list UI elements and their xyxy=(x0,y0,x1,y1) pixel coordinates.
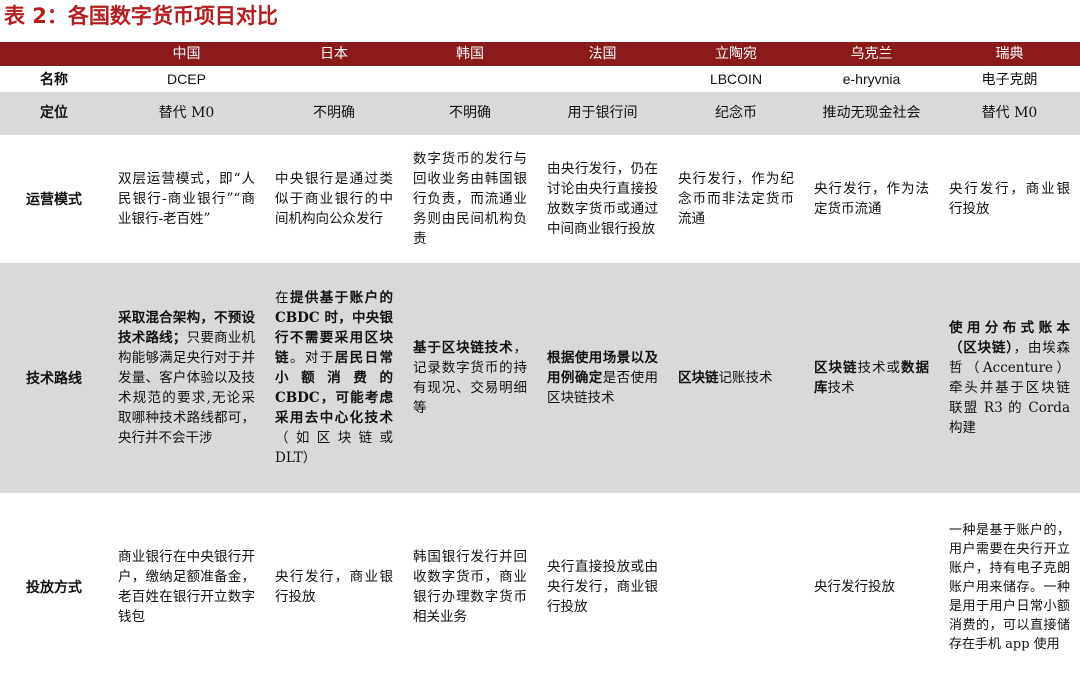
technology-korea-bold: 基于区块链技术 xyxy=(413,340,514,356)
header-japan: 日本 xyxy=(265,42,403,66)
position-ukraine: 推动无现金社会 xyxy=(804,92,939,135)
issuance-lithuania xyxy=(668,493,804,681)
header-france: 法国 xyxy=(537,42,668,66)
operation-china: 双层运营模式，即“人民银行-商业银行”“商业银行-老百姓” xyxy=(108,135,265,263)
operation-row: 运营模式 双层运营模式，即“人民银行-商业银行”“商业银行-老百姓” 中央银行是… xyxy=(0,135,1080,263)
row-label-operation: 运营模式 xyxy=(0,135,108,263)
header-korea: 韩国 xyxy=(403,42,537,66)
position-japan: 不明确 xyxy=(265,92,403,135)
header-china: 中国 xyxy=(108,42,265,66)
technology-japan-rest: （如区块链或 DLT） xyxy=(275,430,393,466)
comparison-table: 中国 日本 韩国 法国 立陶宛 乌克兰 瑞典 名称 DCEP LBCOIN e-… xyxy=(0,42,1080,681)
technology-lithuania-rest: 记账技术 xyxy=(718,370,773,386)
technology-china-rest: 只要商业机构能够满足央行对于并发量、客户体验以及技术规范的要求,无论采取哪种技术… xyxy=(118,330,256,446)
row-label-position: 定位 xyxy=(0,92,108,135)
header-sweden: 瑞典 xyxy=(939,42,1080,66)
row-label-name: 名称 xyxy=(0,66,108,92)
technology-ukraine-mid: 技术或 xyxy=(857,360,902,376)
name-lithuania: LBCOIN xyxy=(668,66,804,92)
operation-sweden: 央行发行，商业银行投放 xyxy=(939,135,1080,263)
technology-japan-mid: 。对于 xyxy=(289,350,335,366)
position-france: 用于银行间 xyxy=(537,92,668,135)
name-korea xyxy=(403,66,537,92)
name-ukraine: e-hryvnia xyxy=(804,66,939,92)
position-china: 替代 M0 xyxy=(108,92,265,135)
technology-row: 技术路线 采取混合架构，不预设技术路线；只要商业机构能够满足央行对于并发量、客户… xyxy=(0,263,1080,493)
row-label-issuance: 投放方式 xyxy=(0,493,108,681)
header-lithuania: 立陶宛 xyxy=(668,42,804,66)
position-sweden: 替代 M0 xyxy=(939,92,1080,135)
name-france xyxy=(537,66,668,92)
operation-japan: 中央银行是通过类似于商业银行的中间机构向公众发行 xyxy=(265,135,403,263)
operation-lithuania: 央行发行，作为纪念币而非法定货币流通 xyxy=(668,135,804,263)
issuance-korea: 韩国银行发行并回收数字货币，商业银行办理数字货币相关业务 xyxy=(403,493,537,681)
position-korea: 不明确 xyxy=(403,92,537,135)
technology-ukraine: 区块链技术或数据库技术 xyxy=(804,263,939,493)
technology-china: 采取混合架构，不预设技术路线；只要商业机构能够满足央行对于并发量、客户体验以及技… xyxy=(108,263,265,493)
technology-lithuania-bold: 区块链 xyxy=(678,370,719,386)
issuance-china: 商业银行在中央银行开户，缴纳足额准备金，老百姓在银行开立数字钱包 xyxy=(108,493,265,681)
issuance-sweden: 一种是基于账户的，用户需要在央行开立账户，持有电子克朗账户用来储存。一种是用于用… xyxy=(939,493,1080,681)
technology-ukraine-bold: 区块链 xyxy=(814,360,858,376)
technology-japan: 在提供基于账户的 CBDC 时，中央银行不需要采用区块链。对于居民日常小额消费的… xyxy=(265,263,403,493)
name-sweden: 电子克朗 xyxy=(939,66,1080,92)
issuance-row: 投放方式 商业银行在中央银行开户，缴纳足额准备金，老百姓在银行开立数字钱包 央行… xyxy=(0,493,1080,681)
row-label-technology: 技术路线 xyxy=(0,263,108,493)
header-corner xyxy=(0,42,108,66)
technology-france: 根据使用场景以及用例确定是否使用区块链技术 xyxy=(537,263,668,493)
name-japan xyxy=(265,66,403,92)
operation-korea: 数字货币的发行与回收业务由韩国银行负责，而流通业务则由民间机构负责 xyxy=(403,135,537,263)
operation-ukraine: 央行发行，作为法定货币流通 xyxy=(804,135,939,263)
technology-ukraine-rest: 技术 xyxy=(827,380,855,396)
position-row: 定位 替代 M0 不明确 不明确 用于银行间 纪念币 推动无现金社会 替代 M0 xyxy=(0,92,1080,135)
issuance-japan: 央行发行，商业银行投放 xyxy=(265,493,403,681)
header-ukraine: 乌克兰 xyxy=(804,42,939,66)
technology-japan-pre: 在 xyxy=(275,290,290,306)
operation-france: 由央行发行，仍在讨论由央行直接投放数字货币或通过中间商业银行投放 xyxy=(537,135,668,263)
technology-korea: 基于区块链技术，记录数字货币的持有现况、交易明细等 xyxy=(403,263,537,493)
technology-sweden: 使用分布式账本（区块链），由埃森哲（Accenture）牵头并基于区块链联盟 R… xyxy=(939,263,1080,493)
table-title: 表 2：各国数字货币项目对比 xyxy=(4,4,278,28)
issuance-ukraine: 央行发行投放 xyxy=(804,493,939,681)
technology-lithuania: 区块链记账技术 xyxy=(668,263,804,493)
header-row: 中国 日本 韩国 法国 立陶宛 乌克兰 瑞典 xyxy=(0,42,1080,66)
name-china: DCEP xyxy=(108,66,265,92)
position-lithuania: 纪念币 xyxy=(668,92,804,135)
issuance-france: 央行直接投放或由央行发行，商业银行投放 xyxy=(537,493,668,681)
name-row: 名称 DCEP LBCOIN e-hryvnia 电子克朗 xyxy=(0,66,1080,92)
